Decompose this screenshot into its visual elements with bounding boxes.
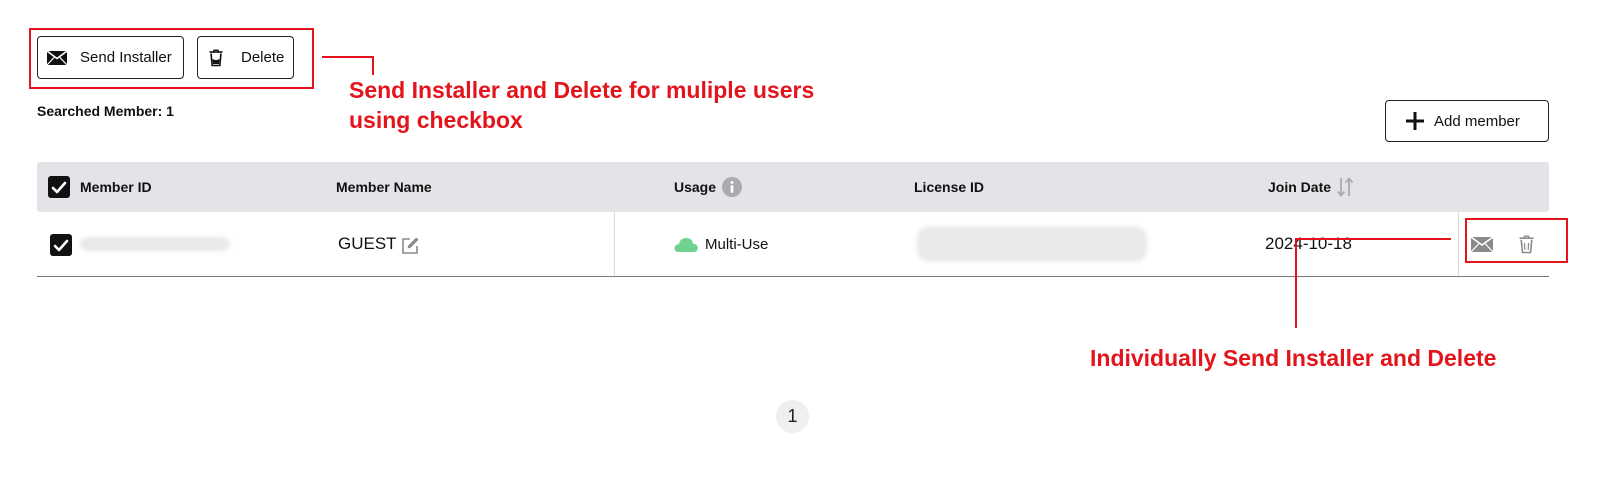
add-member-label: Add member xyxy=(1434,112,1520,130)
column-divider-actions xyxy=(1458,212,1459,276)
cloud-icon xyxy=(674,237,698,252)
plus-icon xyxy=(1405,112,1425,130)
usage-cell: Multi-Use xyxy=(674,212,768,276)
license-id-redacted xyxy=(917,226,1147,262)
searched-member-count: Searched Member: 1 xyxy=(37,103,174,119)
bulk-actions-highlight xyxy=(29,28,314,89)
join-date-header-label: Join Date xyxy=(1268,179,1332,195)
bulk-annotation-line xyxy=(322,56,374,58)
member-id-cell xyxy=(80,212,230,276)
sort-icon[interactable] xyxy=(1336,177,1354,197)
bulk-actions-annotation: Send Installer and Delete for muliple us… xyxy=(349,77,815,133)
column-header-license-id: License ID xyxy=(914,179,985,195)
row-annotation-line xyxy=(1296,238,1451,240)
row-actions-annotation: Individually Send Installer and Delete xyxy=(1090,345,1497,371)
column-header-join-date[interactable]: Join Date xyxy=(1268,162,1354,212)
column-header-member-id: Member ID xyxy=(80,179,152,195)
column-header-usage: Usage xyxy=(674,162,743,212)
select-all-checkbox[interactable] xyxy=(48,176,70,198)
member-name-cell: GUEST xyxy=(338,212,420,276)
row-actions-highlight xyxy=(1465,218,1568,263)
row-annotation-line-drop xyxy=(1295,238,1297,328)
row-checkbox[interactable] xyxy=(50,234,72,256)
table-header: Member ID Member Name Usage License ID J… xyxy=(37,162,1549,212)
usage-header-label: Usage xyxy=(674,179,717,195)
info-icon[interactable] xyxy=(722,177,743,197)
join-date-cell: 2024-10-18 xyxy=(1265,234,1352,253)
table-row: GUEST Multi-Use 2024-10-18 xyxy=(37,212,1549,277)
usage-value: Multi-Use xyxy=(705,235,769,253)
edit-icon[interactable] xyxy=(401,236,420,255)
column-header-member-name: Member Name xyxy=(336,179,432,195)
member-name: GUEST xyxy=(338,234,397,253)
column-divider xyxy=(614,212,615,276)
bulk-annotation-line-drop xyxy=(372,56,374,75)
license-id-cell xyxy=(917,212,1147,276)
member-id-redacted xyxy=(80,237,230,251)
pagination-page-1[interactable]: 1 xyxy=(776,400,809,433)
add-member-button[interactable]: Add member xyxy=(1385,100,1549,142)
